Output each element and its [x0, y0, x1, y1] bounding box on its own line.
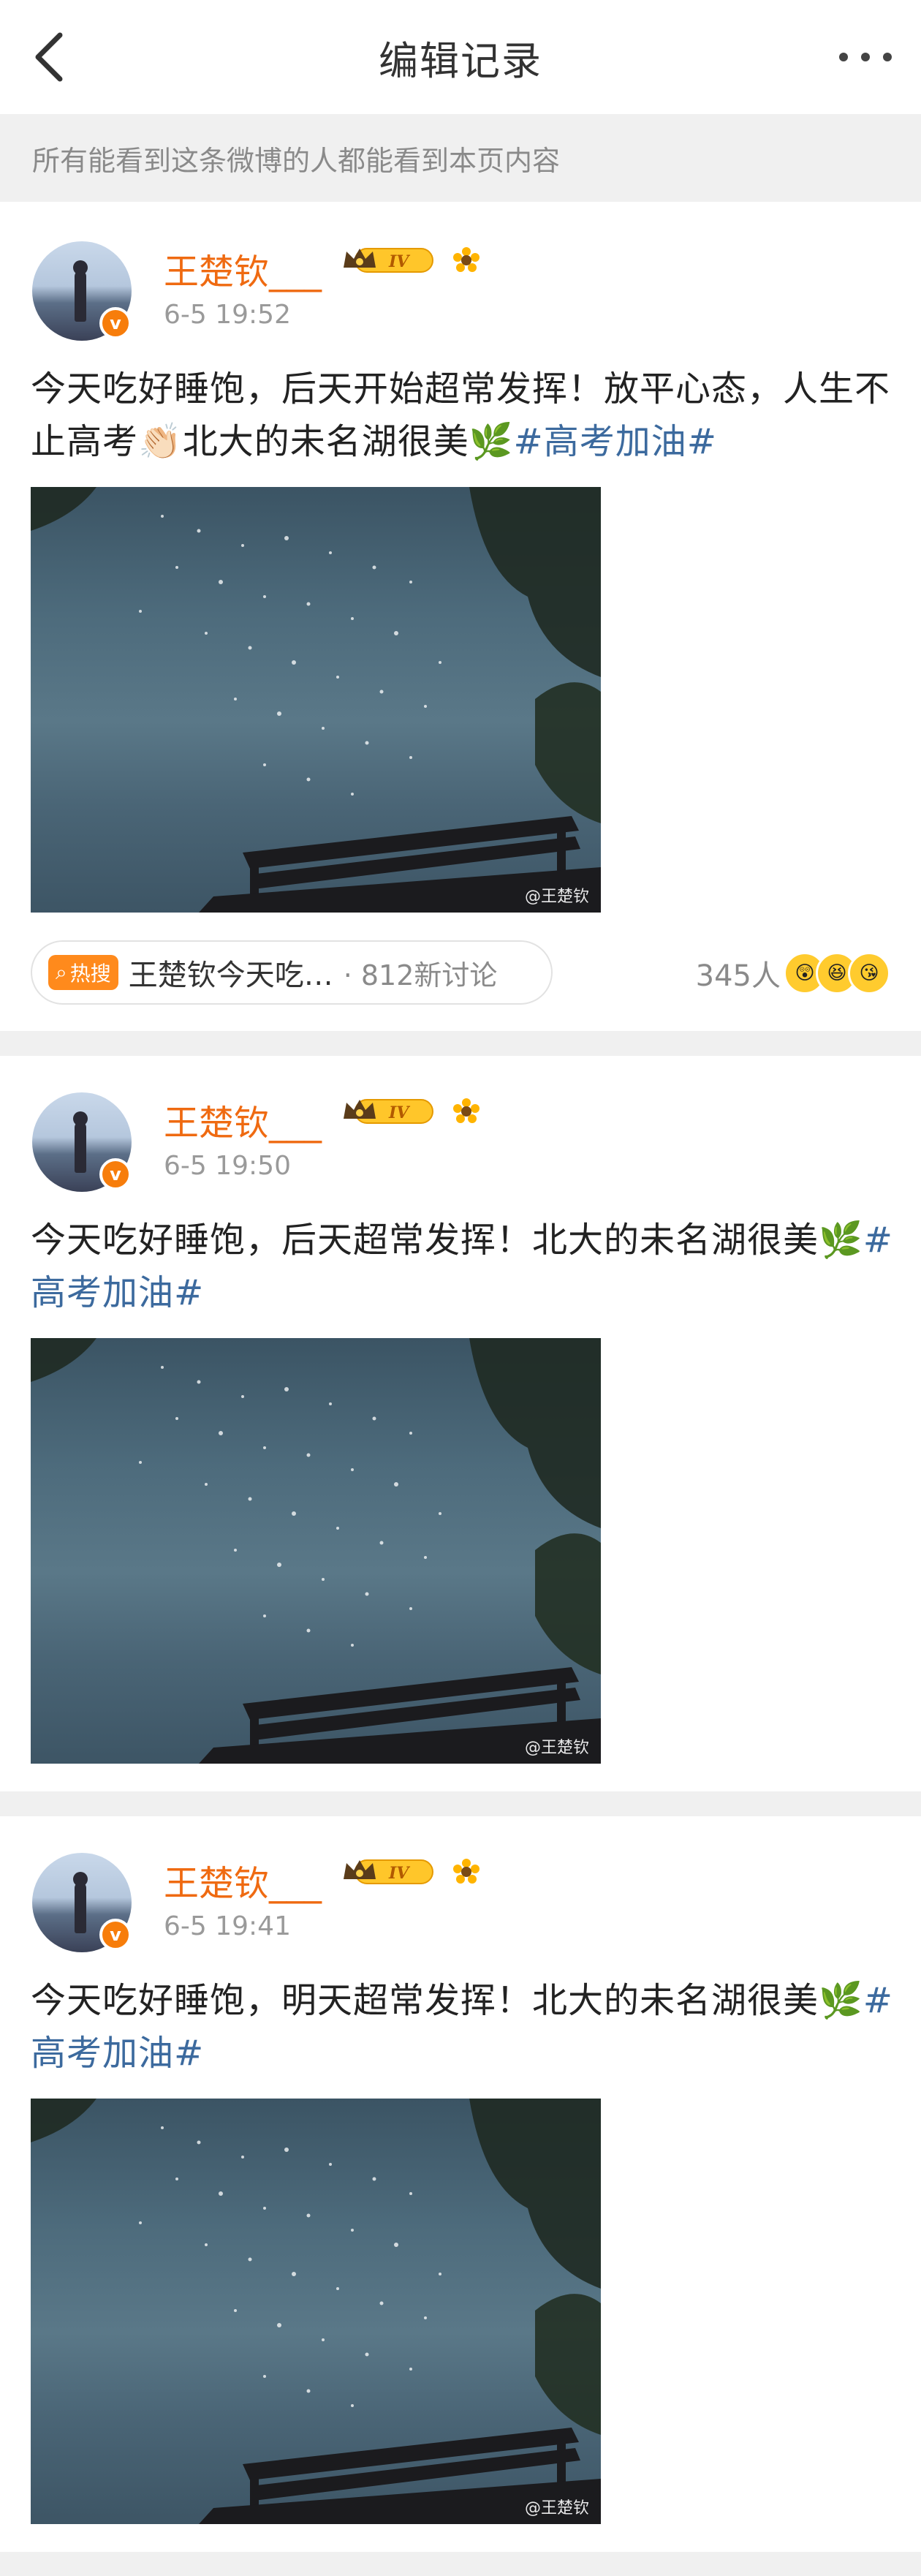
post-time: 6-5 19:41	[164, 1911, 291, 1941]
vip-crown-level-icon: IV	[344, 1859, 433, 1884]
username[interactable]: 王楚钦___	[164, 1854, 322, 1905]
reaction-count: 345人	[695, 959, 781, 993]
vip-crown-level-icon: IV	[344, 1099, 433, 1124]
sunflower-icon	[453, 247, 480, 272]
post-time: 6-5 19:50	[164, 1151, 291, 1181]
post-image[interactable]: @王楚钦	[31, 2099, 601, 2524]
search-icon: ⌕	[56, 960, 67, 984]
verified-badge-icon: v	[99, 1919, 132, 1951]
reactions[interactable]: 345人 😲 😆 😘	[696, 952, 890, 994]
hot-search-title: 王楚钦今天吃…	[128, 959, 333, 992]
svg-text:IV: IV	[388, 1864, 410, 1883]
sunflower-icon	[453, 1098, 480, 1123]
visibility-notice: 所有能看到这条微博的人都能看到本页内容	[0, 114, 921, 202]
edit-record-card: v 王楚钦___ IV 6-5 19:52 今天吃好睡饱，后天开始超常发挥！放平…	[0, 202, 921, 1031]
edit-record-card: v 王楚钦___ IV 6-5 19:50 今天吃好睡饱，后天超常发挥！北大的未…	[0, 1056, 921, 1791]
username[interactable]: 王楚钦___	[164, 243, 322, 294]
image-watermark: @王楚钦	[524, 2499, 589, 2518]
post-text: 今天吃好睡饱，后天超常发挥！北大的未名湖很美🌿#高考加油#	[31, 1220, 893, 1313]
post-time: 6-5 19:52	[164, 300, 291, 330]
edit-record-card: v 王楚钦___ IV 6-5 19:41 今天吃好睡饱，明天超常发挥！北大的未…	[0, 1816, 921, 2552]
post-text: 今天吃好睡饱，后天开始超常发挥！放平心态，人生不止高考👏🏻北大的未名湖很美🌿#高…	[31, 369, 891, 462]
post-image[interactable]: @王楚钦	[31, 487, 601, 913]
hashtag-link[interactable]: #高考加油#	[514, 421, 717, 462]
page-title: 编辑记录	[379, 37, 542, 84]
more-options-icon[interactable]	[839, 44, 892, 70]
vip-crown-level-icon: IV	[344, 248, 433, 273]
back-arrow-icon[interactable]	[29, 29, 80, 85]
image-watermark: @王楚钦	[524, 888, 589, 906]
svg-text:IV: IV	[388, 252, 410, 271]
hot-search-count: · 812新讨论	[343, 959, 498, 992]
verified-badge-icon: v	[99, 1158, 132, 1190]
sunflower-icon	[453, 1859, 480, 1884]
verified-badge-icon: v	[99, 307, 132, 339]
hot-search-badge: ⌕ 热搜	[48, 955, 118, 990]
username[interactable]: 王楚钦___	[164, 1094, 322, 1145]
top-bar: 编辑记录	[0, 0, 921, 114]
post-image[interactable]: @王楚钦	[31, 1338, 601, 1764]
hot-search-pill[interactable]: ⌕ 热搜 王楚钦今天吃… · 812新讨论	[31, 940, 553, 1005]
post-text: 今天吃好睡饱，明天超常发挥！北大的未名湖很美🌿#高考加油#	[31, 1980, 893, 2074]
image-watermark: @王楚钦	[524, 1739, 589, 1757]
svg-text:IV: IV	[388, 1103, 410, 1122]
kiss-face-icon: 😘	[848, 952, 890, 994]
